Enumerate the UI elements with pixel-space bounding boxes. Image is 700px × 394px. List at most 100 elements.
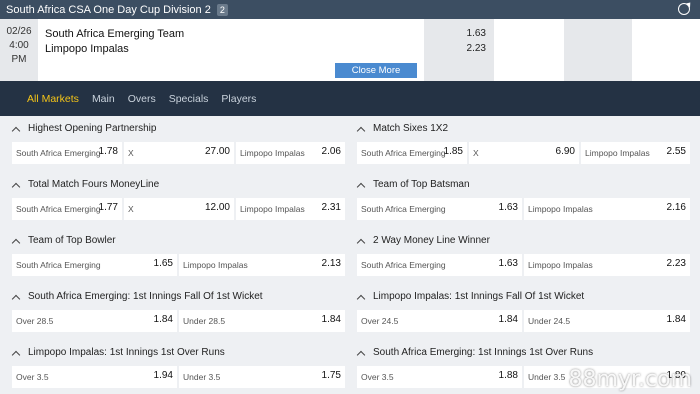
selection-odds: 1.85: [443, 146, 463, 157]
selection-button[interactable]: South Africa Emerging 1.77: [12, 198, 122, 220]
selection-row: Over 24.5 1.84 Under 24.5 1.84: [357, 310, 690, 332]
selection-row: South Africa Emerging 1.85 X 6.90 Limpopo Im…: [357, 142, 690, 164]
selection-label: Over 3.5: [16, 372, 49, 382]
match-teams[interactable]: South Africa Emerging Team Limpopo Impal…: [45, 27, 184, 57]
selection-button[interactable]: X 27.00: [124, 142, 234, 164]
odds-column-empty: [494, 19, 564, 81]
refresh-icon[interactable]: [678, 3, 690, 15]
tab-main[interactable]: Main: [92, 93, 115, 105]
market-title: South Africa Emerging: 1st Innings Fall …: [28, 291, 263, 302]
market-header[interactable]: Team of Top Batsman: [357, 179, 470, 190]
selection-button[interactable]: Limpopo Impalas 2.16: [524, 198, 690, 220]
market-header[interactable]: Highest Opening Partnership: [12, 123, 156, 134]
event-count-badge: 2: [216, 3, 228, 16]
selection-button[interactable]: South Africa Emerging 1.63: [357, 198, 522, 220]
odds-away[interactable]: 2.23: [424, 41, 486, 56]
market-card: Team of Top Bowler South Africa Emerging 1…: [12, 228, 345, 284]
market-card: Highest Opening Partnership South Africa …: [12, 116, 345, 172]
markets-grid: Highest Opening Partnership South Africa …: [0, 116, 700, 394]
market-card: Team of Top Batsman South Africa Emerging…: [357, 172, 690, 228]
chevron-up-icon[interactable]: [357, 125, 365, 133]
selection-label: X: [128, 204, 134, 214]
selection-button[interactable]: South Africa Emerging 1.78: [12, 142, 122, 164]
selection-button[interactable]: Under 24.5 1.84: [524, 310, 690, 332]
selection-odds: 6.90: [555, 146, 575, 157]
selection-button[interactable]: Under 3.5 1.75: [179, 366, 345, 388]
selection-label: Limpopo Impalas: [528, 260, 593, 270]
selection-row: South Africa Emerging 1.65 Limpopo Impalas…: [12, 254, 345, 276]
selection-odds: 2.31: [321, 202, 341, 213]
selection-label: Limpopo Impalas: [585, 148, 650, 158]
selection-button[interactable]: Limpopo Impalas 2.23: [524, 254, 690, 276]
market-card: Match Sixes 1X2 South Africa Emerging 1.85…: [357, 116, 690, 172]
match-datetime: 02/26 4:00 PM: [0, 19, 38, 81]
selection-label: South Africa Emerging: [16, 148, 101, 158]
market-header[interactable]: Total Match Fours MoneyLine: [12, 179, 159, 190]
selection-button[interactable]: Over 3.5 1.94: [12, 366, 177, 388]
selection-row: South Africa Emerging 1.77 X 12.00 Limpopo I…: [12, 198, 345, 220]
tab-specials[interactable]: Specials: [169, 93, 209, 105]
odds-column-empty: [564, 19, 632, 81]
market-header[interactable]: South Africa Emerging: 1st Innings Fall …: [12, 291, 263, 302]
selection-label: Under 3.5: [528, 372, 566, 382]
selection-button[interactable]: Limpopo Impalas 2.55: [581, 142, 690, 164]
selection-button[interactable]: Limpopo Impalas 2.31: [236, 198, 345, 220]
selection-button[interactable]: South Africa Emerging 1.63: [357, 254, 522, 276]
selection-odds: 1.84: [153, 314, 173, 325]
market-card: Limpopo Impalas: 1st Innings 1st Over Ru…: [12, 340, 345, 394]
market-header[interactable]: Match Sixes 1X2: [357, 123, 448, 134]
selection-button[interactable]: Limpopo Impalas 2.06: [236, 142, 345, 164]
selection-odds: 2.16: [666, 202, 686, 213]
selection-label: Over 28.5: [16, 316, 54, 326]
odds-column-empty: [632, 19, 700, 81]
chevron-up-icon[interactable]: [357, 293, 365, 301]
tab-overs[interactable]: Overs: [128, 93, 156, 105]
odds-home[interactable]: 1.63: [424, 26, 486, 41]
chevron-up-icon[interactable]: [357, 237, 365, 245]
match-time: 4:00: [9, 40, 29, 51]
selection-odds: 1.75: [321, 370, 341, 381]
selection-button[interactable]: X 12.00: [124, 198, 234, 220]
selection-odds: 1.78: [98, 146, 118, 157]
match-row: 02/26 4:00 PM South Africa Emerging Team…: [0, 19, 700, 91]
chevron-up-icon[interactable]: [12, 181, 20, 189]
selection-button[interactable]: Over 3.5 1.88: [357, 366, 522, 388]
market-title: Team of Top Batsman: [373, 179, 470, 190]
market-header[interactable]: Limpopo Impalas: 1st Innings Fall Of 1st…: [357, 291, 584, 302]
market-title: Team of Top Bowler: [28, 235, 116, 246]
selection-button[interactable]: South Africa Emerging 1.85: [357, 142, 467, 164]
market-card: 2 Way Money Line Winner South Africa Emer…: [357, 228, 690, 284]
selection-button[interactable]: Limpopo Impalas 2.13: [179, 254, 345, 276]
selection-label: South Africa Emerging: [361, 260, 446, 270]
chevron-up-icon[interactable]: [12, 125, 20, 133]
selection-label: Over 3.5: [361, 372, 394, 382]
selection-odds: 1.84: [498, 314, 518, 325]
market-header[interactable]: Team of Top Bowler: [12, 235, 116, 246]
selection-button[interactable]: Under 28.5 1.84: [179, 310, 345, 332]
market-header[interactable]: South Africa Emerging: 1st Innings 1st O…: [357, 347, 593, 358]
chevron-up-icon[interactable]: [12, 349, 20, 357]
tab-all-markets[interactable]: All Markets: [27, 93, 79, 105]
market-title: Total Match Fours MoneyLine: [28, 179, 160, 190]
selection-button[interactable]: Over 28.5 1.84: [12, 310, 177, 332]
selection-label: South Africa Emerging: [361, 148, 446, 158]
selection-label: Under 24.5: [528, 316, 571, 326]
market-header[interactable]: Limpopo Impalas: 1st Innings 1st Over Ru…: [12, 347, 225, 358]
market-title: South Africa Emerging: 1st Innings 1st O…: [373, 347, 594, 358]
selection-odds: 12.00: [204, 202, 230, 213]
selection-label: South Africa Emerging: [361, 204, 446, 214]
market-header[interactable]: 2 Way Money Line Winner: [357, 235, 490, 246]
market-title: 2 Way Money Line Winner: [373, 235, 490, 246]
selection-odds: 1.77: [98, 202, 118, 213]
selection-button[interactable]: South Africa Emerging 1.65: [12, 254, 177, 276]
selection-button[interactable]: X 6.90: [469, 142, 579, 164]
chevron-up-icon[interactable]: [12, 293, 20, 301]
chevron-up-icon[interactable]: [12, 237, 20, 245]
selection-label: Limpopo Impalas: [528, 204, 593, 214]
chevron-up-icon[interactable]: [357, 181, 365, 189]
selection-button[interactable]: Over 24.5 1.84: [357, 310, 522, 332]
tab-players[interactable]: Players: [221, 93, 256, 105]
close-more-markets-button[interactable]: Close More Markets: [335, 63, 417, 91]
market-title: Limpopo Impalas: 1st Innings 1st Over Ru…: [28, 347, 225, 358]
chevron-up-icon[interactable]: [357, 349, 365, 357]
